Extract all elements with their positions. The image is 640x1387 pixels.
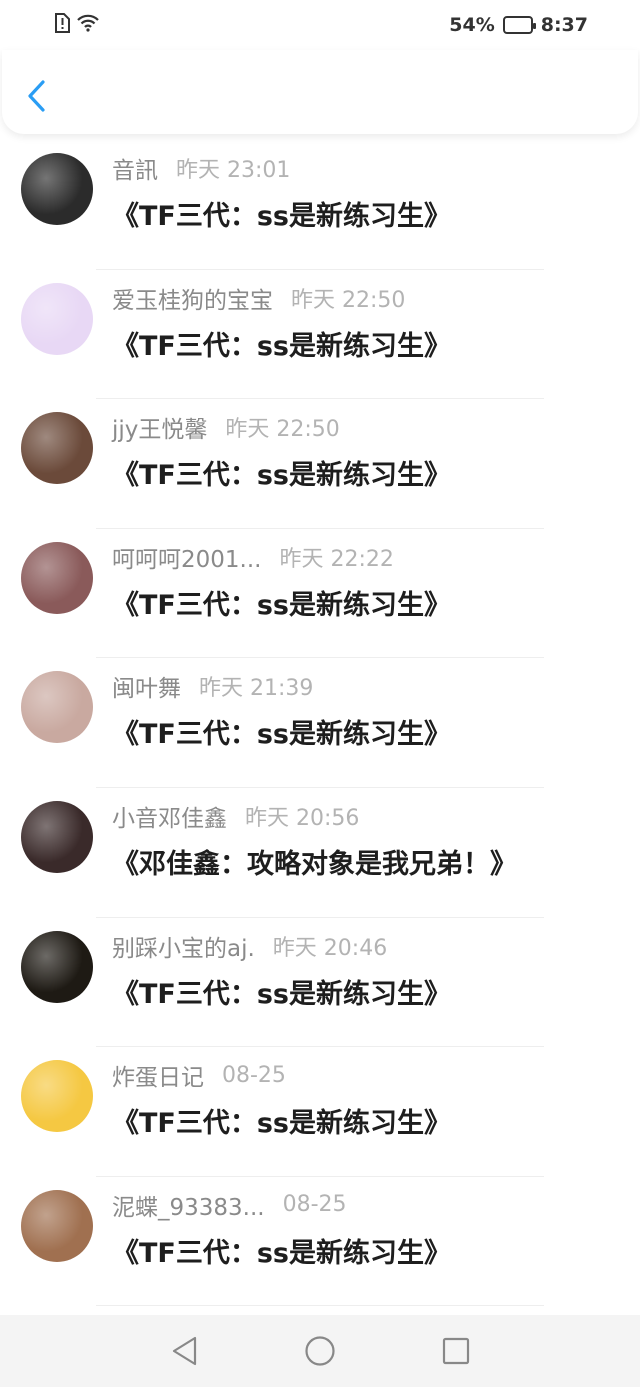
avatar[interactable] (21, 1060, 93, 1133)
item-meta: 爱玉桂狗的宝宝 昨天 22:50 (112, 282, 405, 314)
author-name[interactable]: 别踩小宝的aj. (112, 929, 255, 963)
list-item[interactable]: 音訊 昨天 23:01 《TF三代：ss是新练习生》 (0, 140, 640, 270)
author-name[interactable]: 闽叶舞 (112, 669, 181, 703)
status-right: 54% 8:37 (449, 14, 588, 36)
timestamp: 昨天 22:22 (279, 546, 394, 572)
chevron-left-icon (28, 80, 45, 112)
message-title[interactable]: 《TF三代：ss是新练习生》 (112, 453, 451, 492)
timestamp: 08-25 (282, 1192, 347, 1218)
wifi-icon (76, 13, 100, 37)
timestamp: 昨天 20:56 (245, 805, 360, 831)
list-item[interactable]: 呵呵呵2001... 昨天 22:22 《TF三代：ss是新练习生》 (0, 529, 640, 659)
list-item[interactable]: 小音邓佳鑫 昨天 20:56 《邓佳鑫：攻略对象是我兄弟！》 (0, 788, 640, 918)
message-title[interactable]: 《TF三代：ss是新练习生》 (112, 1231, 451, 1270)
message-title[interactable]: 《邓佳鑫：攻略对象是我兄弟！》 (112, 842, 517, 881)
list-item[interactable]: 爱玉桂狗的宝宝 昨天 22:50 《TF三代：ss是新练习生》 (0, 270, 640, 400)
timestamp: 昨天 23:01 (176, 158, 291, 183)
avatar[interactable] (21, 282, 93, 355)
item-meta: jjy王悦馨 昨天 22:50 (112, 411, 340, 443)
back-triangle-icon (172, 1336, 197, 1366)
nav-recents-button[interactable] (438, 1333, 474, 1369)
author-name[interactable]: 爱玉桂狗的宝宝 (112, 281, 273, 315)
timestamp: 昨天 21:39 (199, 676, 314, 702)
battery-percent: 54% (449, 14, 495, 36)
timestamp: 08-25 (222, 1062, 286, 1088)
system-nav-bar (0, 1315, 640, 1387)
item-meta: 呵呵呵2001... 昨天 22:22 (112, 541, 394, 573)
list-item[interactable]: 炸蛋日记 08-25 《TF三代：ss是新练习生》 (0, 1047, 640, 1177)
nav-home-button[interactable] (302, 1333, 338, 1369)
list-item[interactable]: 闽叶舞 昨天 21:39 《TF三代：ss是新练习生》 (0, 658, 640, 788)
timestamp: 昨天 20:46 (272, 935, 388, 961)
message-title[interactable]: 《TF三代：ss是新练习生》 (112, 324, 451, 363)
avatar[interactable] (21, 1189, 93, 1262)
clock: 8:37 (540, 14, 588, 36)
author-name[interactable]: 呵呵呵2001... (112, 540, 261, 574)
divider (96, 1305, 544, 1307)
message-title[interactable]: 《TF三代：ss是新练习生》 (112, 583, 451, 622)
alert-sim-icon (54, 13, 70, 37)
top-header (2, 50, 638, 134)
message-title[interactable]: 《TF三代：ss是新练习生》 (112, 972, 451, 1011)
avatar[interactable] (21, 930, 93, 1003)
message-title[interactable]: 《TF三代：ss是新练习生》 (112, 194, 451, 233)
avatar[interactable] (21, 671, 93, 744)
item-meta: 别踩小宝的aj. 昨天 20:46 (112, 930, 387, 962)
home-circle-icon (305, 1336, 335, 1366)
avatar[interactable] (21, 153, 93, 225)
item-meta: 泥蝶_93383... 08-25 (112, 1189, 347, 1221)
message-title[interactable]: 《TF三代：ss是新练习生》 (112, 1101, 451, 1140)
status-bar: 54% 8:37 (0, 0, 640, 50)
timestamp: 昨天 22:50 (291, 287, 406, 313)
battery-icon (502, 16, 536, 34)
author-name[interactable]: 泥蝶_93383... (112, 1188, 265, 1222)
author-name[interactable]: 小音邓佳鑫 (112, 799, 227, 833)
item-meta: 闽叶舞 昨天 21:39 (112, 670, 313, 702)
back-button[interactable] (22, 78, 50, 114)
avatar[interactable] (21, 541, 93, 614)
author-name[interactable]: jjy王悦馨 (112, 410, 207, 444)
message-list: 音訊 昨天 23:01 《TF三代：ss是新练习生》 爱玉桂狗的宝宝 昨天 22:50 《… (0, 140, 640, 1307)
nav-back-button[interactable] (166, 1333, 202, 1369)
item-meta: 小音邓佳鑫 昨天 20:56 (112, 800, 359, 832)
avatar[interactable] (21, 800, 93, 873)
author-name[interactable]: 音訊 (112, 151, 158, 185)
timestamp: 昨天 22:50 (225, 417, 340, 443)
item-meta: 炸蛋日记 08-25 (112, 1058, 286, 1092)
list-item[interactable]: 泥蝶_93383... 08-25 《TF三代：ss是新练习生》 (0, 1177, 640, 1307)
message-title[interactable]: 《TF三代：ss是新练习生》 (112, 712, 451, 751)
item-meta: 音訊 昨天 23:01 (112, 152, 290, 184)
list-item[interactable]: jjy王悦馨 昨天 22:50 《TF三代：ss是新练习生》 (0, 399, 640, 529)
avatar[interactable] (21, 412, 93, 485)
list-item[interactable]: 别踩小宝的aj. 昨天 20:46 《TF三代：ss是新练习生》 (0, 918, 640, 1048)
status-left (54, 13, 100, 37)
author-name[interactable]: 炸蛋日记 (112, 1058, 204, 1092)
recents-square-icon (442, 1337, 470, 1365)
